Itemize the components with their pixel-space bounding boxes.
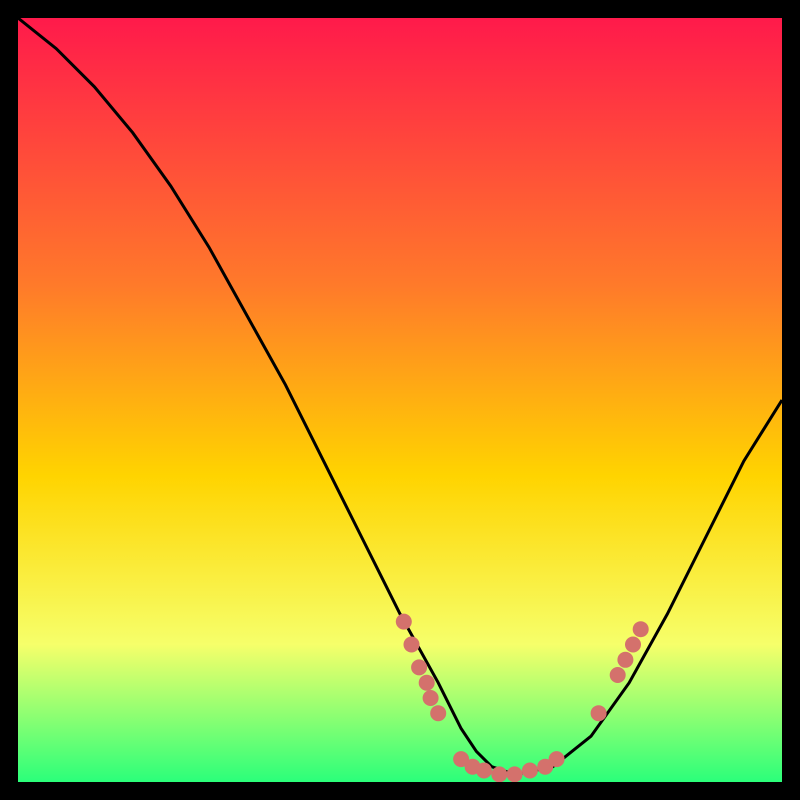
data-point xyxy=(617,652,633,668)
chart-frame: TheBottleneck.com xyxy=(18,18,782,782)
data-point xyxy=(591,705,607,721)
data-point xyxy=(522,763,538,779)
data-point xyxy=(411,659,427,675)
data-point xyxy=(491,766,507,782)
data-point xyxy=(610,667,626,683)
data-point xyxy=(507,766,523,782)
data-point xyxy=(423,690,439,706)
data-point xyxy=(625,637,641,653)
data-point xyxy=(476,763,492,779)
data-point xyxy=(549,751,565,767)
data-point xyxy=(633,621,649,637)
bottleneck-chart xyxy=(18,18,782,782)
data-point xyxy=(419,675,435,691)
data-point xyxy=(430,705,446,721)
data-point xyxy=(396,614,412,630)
data-point xyxy=(404,637,420,653)
